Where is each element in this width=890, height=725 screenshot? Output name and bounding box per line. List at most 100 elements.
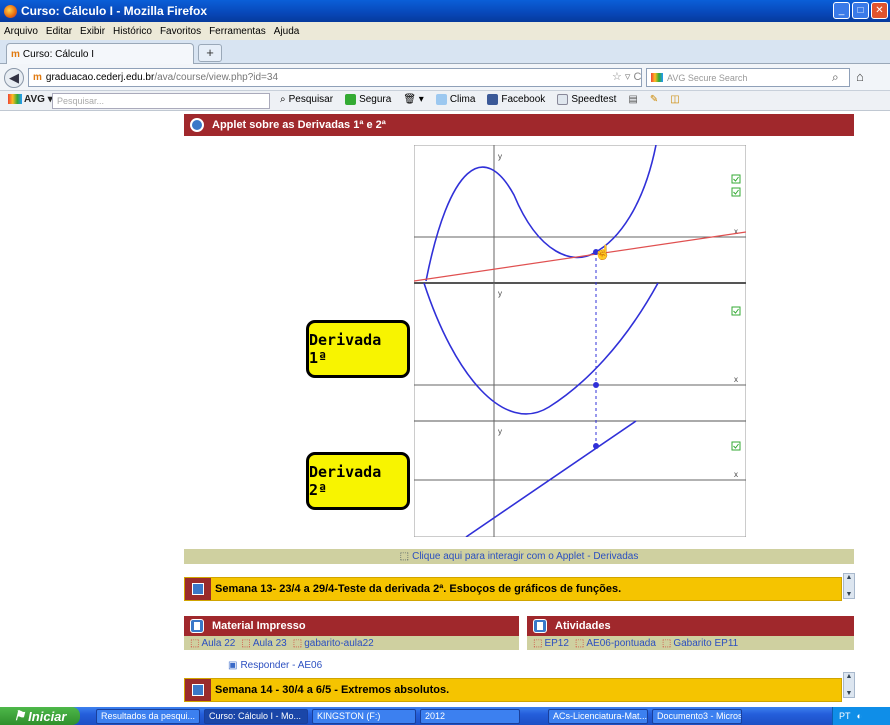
speedtest-icon (557, 94, 569, 105)
tab-bar: m Curso: Cálculo I + (0, 40, 890, 64)
derivada-1-label: Derivada 1ª (306, 320, 410, 378)
material-impresso-header: Material Impresso (184, 616, 519, 636)
taskbar-item-documento3[interactable]: Documento3 - Micros... (652, 708, 742, 724)
avg-toolbar: AVG ▾ Pesquisar... ⌕ Pesquisar Segura 🗑 ▾… (0, 91, 890, 111)
bookmark-star-icon[interactable]: ☆ ▿ C (612, 70, 641, 83)
window-controls: _ □ ✕ (833, 2, 888, 19)
url-bar[interactable]: m graduacao.cederj.edu.br/ava/course/vie… (28, 68, 642, 87)
search-input[interactable]: AVG Secure Search (646, 68, 850, 87)
avg-speedtest-button[interactable]: Speedtest (557, 94, 616, 105)
derivatives-applet[interactable]: y x ☝ y x y x (414, 145, 746, 537)
start-button[interactable]: ⚑ Iniciar (0, 707, 80, 725)
link-gabarito-ep11[interactable]: Gabarito EP11 (673, 638, 738, 649)
avg-logo[interactable]: AVG ▾ (8, 94, 53, 105)
trash-icon[interactable]: 🗑 ▾ (403, 94, 424, 105)
language-indicator[interactable]: PT (839, 711, 851, 721)
moodle-icon: m (33, 72, 42, 83)
link-aula-22[interactable]: Aula 22 (201, 638, 235, 649)
firefox-icon (4, 4, 17, 18)
url-path: /ava/course/view.php?id=34 (154, 72, 279, 83)
tab-label: Curso: Cálculo I (22, 48, 95, 60)
menu-bar: Arquivo Editar Exibir Histórico Favorito… (0, 22, 890, 40)
panel1-checkbox-2[interactable] (731, 187, 741, 197)
link-gabarito-aula22[interactable]: gabarito-aula22 (304, 638, 374, 649)
applet-title: Applet sobre as Derivadas 1ª e 2ª (212, 119, 386, 131)
avg-segura-button[interactable]: Segura (345, 94, 391, 105)
menu-exibir[interactable]: Exibir (80, 26, 105, 37)
week13-title: Semana 13- 23/4 a 29/4-Teste da derivada… (215, 583, 622, 595)
taskbar-item-2012[interactable]: 2012 (420, 708, 520, 724)
book-icon (192, 684, 204, 696)
home-icon[interactable]: ⌂ (856, 69, 864, 84)
magnifier-icon: ⌕ (280, 94, 286, 105)
menu-arquivo[interactable]: Arquivo (4, 26, 38, 37)
taskbar-item-acs[interactable]: ACs-Licenciatura-Mat... (548, 708, 648, 724)
pdf-icon: ⬚ (292, 637, 303, 649)
week13-header: Semana 13- 23/4 a 29/4-Teste da derivada… (184, 577, 842, 601)
facebook-icon (487, 94, 499, 105)
panel2-checkbox[interactable] (731, 306, 741, 316)
week13-scroll-buttons[interactable]: ▲ ▼ (843, 573, 855, 599)
tray-icon[interactable]: ◐ (857, 711, 862, 721)
avg-icon (651, 73, 663, 82)
panel1-x-label: x (734, 227, 738, 236)
pdf-icon: ⬚ (661, 637, 672, 649)
menu-historico[interactable]: Histórico (113, 26, 152, 37)
pdf-icon: ⬚ (533, 637, 543, 649)
menu-ferramentas[interactable]: Ferramentas (209, 26, 266, 37)
window-titlebar: Curso: Cálculo I - Mozilla Firefox (0, 0, 890, 22)
search-icon[interactable]: ⌕ (832, 70, 839, 85)
windows-flag-icon: ⚑ (13, 708, 26, 723)
menu-favoritos[interactable]: Favoritos (160, 26, 201, 37)
pdf-icon: ⬚ (574, 637, 585, 649)
avg-clima-button[interactable]: Clima (435, 94, 475, 105)
applet-frame (414, 145, 746, 537)
atividades-links: ⬚ EP12 ⬚ AE06-pontuada ⬚ Gabarito EP11 (527, 636, 854, 650)
panel3-y-label: y (498, 427, 502, 436)
applet-section-header: Applet sobre as Derivadas 1ª e 2ª (184, 114, 854, 136)
avg-toolbar-items: ⌕ Pesquisar Segura 🗑 ▾ Clima Facebook Spe… (280, 94, 680, 105)
taskbar-item-results[interactable]: Resultados da pesqui... (96, 708, 200, 724)
link-ae06-pontuada[interactable]: AE06-pontuada (586, 638, 656, 649)
panel3-x-label: x (734, 470, 738, 479)
taskbar-item-kingston[interactable]: KINGSTON (F:) (312, 708, 416, 724)
responder-row: ▣ Responder - AE06 (228, 660, 322, 671)
book-icon (190, 619, 204, 633)
page-content: Applet sobre as Derivadas 1ª e 2ª y x ☝ … (0, 111, 890, 707)
panel1-y-label: y (498, 152, 502, 161)
back-button[interactable]: ◀ (4, 68, 24, 88)
atividades-title: Atividades (555, 620, 611, 632)
new-tab-button[interactable]: + (198, 44, 222, 62)
material-impresso-title: Material Impresso (212, 620, 306, 632)
week14-title: Semana 14 - 30/4 a 6/5 - Extremos absolu… (215, 684, 450, 696)
panel3-checkbox[interactable] (731, 441, 741, 451)
pdf-icon: ⬚ (241, 637, 251, 649)
panel1-checkbox-1[interactable] (731, 174, 741, 184)
checklist-icon (533, 619, 547, 633)
minimize-button[interactable]: _ (833, 2, 850, 19)
responder-ae06-link[interactable]: Responder - AE06 (240, 660, 322, 671)
tab-curso[interactable]: m Curso: Cálculo I (6, 43, 194, 64)
book-icon (192, 583, 204, 595)
taskbar-item-curso[interactable]: Curso: Cálculo I - Mo... (204, 708, 308, 724)
notes-icon[interactable]: ▤ (628, 94, 637, 105)
avg-search-input[interactable]: Pesquisar... (52, 93, 270, 109)
week14-scroll-buttons[interactable]: ▲ ▼ (843, 672, 855, 698)
close-button[interactable]: ✕ (871, 2, 888, 19)
menu-ajuda[interactable]: Ajuda (274, 26, 300, 37)
avg-pesquisar-button[interactable]: ⌕ Pesquisar (280, 94, 333, 105)
applet-interact-link[interactable]: Clique aqui para interagir com o Applet … (412, 551, 638, 562)
link-aula-23[interactable]: Aula 23 (253, 638, 287, 649)
applet-link-icon: ⬚ (399, 551, 410, 562)
edit-icon[interactable]: ✎ (650, 94, 658, 105)
applet-link-bar: ⬚ Clique aqui para interagir com o Apple… (184, 549, 854, 564)
menu-editar[interactable]: Editar (46, 26, 72, 37)
atividades-header: Atividades (527, 616, 854, 636)
window-title: Curso: Cálculo I - Mozilla Firefox (21, 4, 208, 18)
link-ep12[interactable]: EP12 (544, 638, 568, 649)
derivada-2-label: Derivada 2ª (306, 452, 410, 510)
gift-icon[interactable]: ◫ (670, 94, 679, 105)
avg-facebook-button[interactable]: Facebook (487, 94, 545, 105)
moodle-icon: m (11, 48, 20, 60)
maximize-button[interactable]: □ (852, 2, 869, 19)
